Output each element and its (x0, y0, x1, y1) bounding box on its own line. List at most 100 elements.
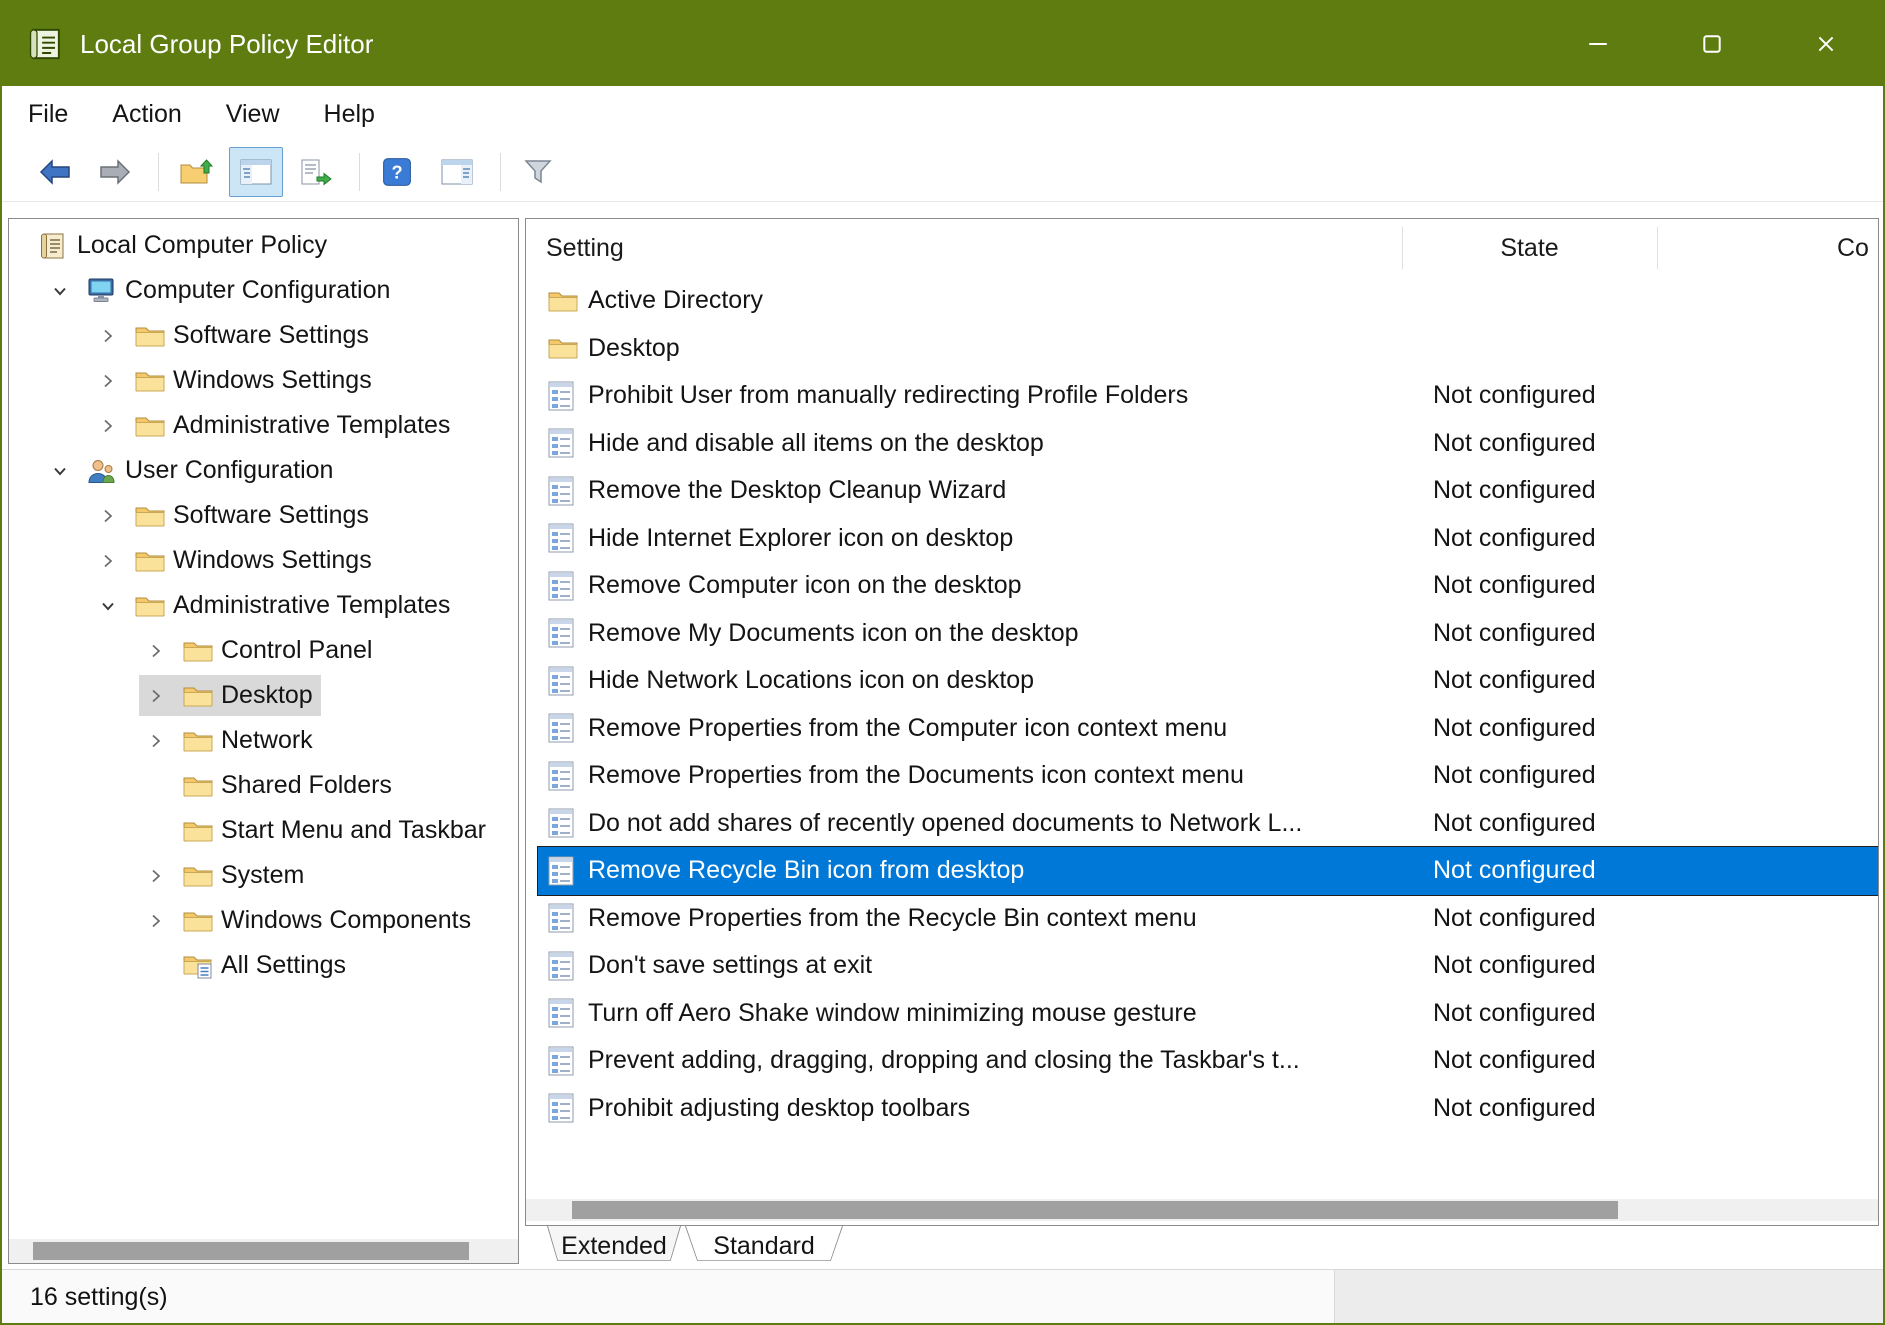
chevron-collapsed-icon[interactable] (91, 327, 125, 345)
tab-standard[interactable]: Standard (685, 1226, 843, 1268)
list-row-remove-recycle-bin-icon-from-desktop[interactable]: Remove Recycle Bin icon from desktopNot … (538, 847, 1878, 895)
menu-view[interactable]: View (204, 86, 302, 142)
tree-item-label: User Configuration (125, 456, 333, 485)
list-row-do-not-add-shares-of-recently-opened-documents-to-network-l[interactable]: Do not add shares of recently opened doc… (538, 800, 1878, 848)
column-header-setting[interactable]: Setting (546, 219, 624, 277)
up-one-level-button[interactable] (169, 147, 223, 197)
list-row-remove-properties-from-the-documents-icon-context-menu[interactable]: Remove Properties from the Documents ico… (538, 752, 1878, 800)
tab-extended[interactable]: Extended (547, 1226, 681, 1268)
tree-item-software-settings[interactable]: Software Settings (9, 493, 518, 538)
minimize-button[interactable] (1541, 2, 1655, 86)
setting-cell: Remove Properties from the Recycle Bin c… (538, 903, 1197, 933)
tree-item-inner: Computer Configuration (43, 270, 398, 311)
chevron-collapsed-icon[interactable] (139, 687, 173, 705)
state-cell: Not configured (1433, 1046, 1596, 1075)
chevron-collapsed-icon[interactable] (139, 912, 173, 930)
chevron-expanded-icon[interactable] (43, 282, 77, 300)
tree-item-shared-folders[interactable]: Shared Folders (9, 763, 518, 808)
folder-icon (135, 504, 165, 528)
list-row-hide-network-locations-icon-on-desktop[interactable]: Hide Network Locations icon on desktopNo… (538, 657, 1878, 705)
chevron-collapsed-icon[interactable] (139, 732, 173, 750)
help-button[interactable]: ? (370, 147, 424, 197)
close-button[interactable] (1769, 2, 1883, 86)
toolbar: ? (2, 142, 1883, 202)
chevron-collapsed-icon[interactable] (91, 417, 125, 435)
list-row-prohibit-adjusting-desktop-toolbars[interactable]: Prohibit adjusting desktop toolbarsNot c… (538, 1085, 1878, 1133)
chevron-collapsed-icon[interactable] (139, 642, 173, 660)
tree-item-administrative-templates[interactable]: Administrative Templates (9, 403, 518, 448)
show-action-pane-button[interactable] (430, 147, 484, 197)
state-cell: Not configured (1433, 951, 1596, 980)
list-row-remove-properties-from-the-computer-icon-context-menu[interactable]: Remove Properties from the Computer icon… (538, 705, 1878, 753)
tree-item-windows-components[interactable]: Windows Components (9, 898, 518, 943)
chevron-collapsed-icon[interactable] (139, 867, 173, 885)
tree-item-software-settings[interactable]: Software Settings (9, 313, 518, 358)
tree-item-network[interactable]: Network (9, 718, 518, 763)
list-row-turn-off-aero-shake-window-minimizing-mouse-gesture[interactable]: Turn off Aero Shake window minimizing mo… (538, 990, 1878, 1038)
chevron-collapsed-icon[interactable] (91, 507, 125, 525)
user-icon (87, 458, 117, 484)
tree-item-start-menu-and-taskbar[interactable]: Start Menu and Taskbar (9, 808, 518, 853)
tree-item-local-computer-policy[interactable]: Local Computer Policy (9, 223, 518, 268)
action-pane-icon (441, 159, 473, 185)
list-horizontal-scrollbar[interactable] (526, 1199, 1878, 1221)
tree-item-inner: Administrative Templates (91, 585, 458, 626)
menu-help[interactable]: Help (302, 86, 397, 142)
folder-icon (135, 594, 165, 618)
policy-icon (548, 666, 578, 696)
state-cell: Not configured (1433, 999, 1596, 1028)
setting-label: Desktop (588, 334, 680, 363)
tree-item-system[interactable]: System (9, 853, 518, 898)
setting-label: Remove Recycle Bin icon from desktop (588, 856, 1024, 885)
policy-icon (548, 951, 578, 981)
tree-item-desktop[interactable]: Desktop (9, 673, 518, 718)
list-row-remove-the-desktop-cleanup-wizard[interactable]: Remove the Desktop Cleanup WizardNot con… (538, 467, 1878, 515)
chevron-collapsed-icon[interactable] (91, 552, 125, 570)
tab-extended-label: Extended (547, 1226, 681, 1266)
list-scrollbar-thumb[interactable] (572, 1201, 1618, 1219)
chevron-expanded-icon[interactable] (91, 597, 125, 615)
back-button[interactable] (28, 147, 82, 197)
list-row-remove-computer-icon-on-the-desktop[interactable]: Remove Computer icon on the desktopNot c… (538, 562, 1878, 610)
tree-item-control-panel[interactable]: Control Panel (9, 628, 518, 673)
list-row-hide-and-disable-all-items-on-the-desktop[interactable]: Hide and disable all items on the deskto… (538, 420, 1878, 468)
menu-file[interactable]: File (28, 86, 90, 142)
state-cell: Not configured (1433, 571, 1596, 600)
list-row-remove-properties-from-the-recycle-bin-context-menu[interactable]: Remove Properties from the Recycle Bin c… (538, 895, 1878, 943)
minimize-icon (1587, 33, 1609, 55)
show-console-tree-button[interactable] (229, 147, 283, 197)
filter-button[interactable] (511, 147, 565, 197)
folder-icon (548, 336, 578, 360)
list-row-prohibit-user-from-manually-redirecting-profile-folders[interactable]: Prohibit User from manually redirecting … (538, 372, 1878, 420)
column-header-comment[interactable]: Co (1837, 219, 1869, 277)
tree-scrollbar-thumb[interactable] (33, 1242, 469, 1260)
tree-item-inner: Software Settings (91, 315, 377, 356)
back-icon (38, 158, 72, 186)
maximize-button[interactable] (1655, 2, 1769, 86)
chevron-expanded-icon[interactable] (43, 462, 77, 480)
list-row-don-t-save-settings-at-exit[interactable]: Don't save settings at exitNot configure… (538, 942, 1878, 990)
tree-item-windows-settings[interactable]: Windows Settings (9, 538, 518, 583)
setting-cell: Turn off Aero Shake window minimizing mo… (538, 998, 1197, 1028)
tree-item-computer-configuration[interactable]: Computer Configuration (9, 268, 518, 313)
list-row-remove-my-documents-icon-on-the-desktop[interactable]: Remove My Documents icon on the desktopN… (538, 610, 1878, 658)
tree-item-all-settings[interactable]: All Settings (9, 943, 518, 988)
forward-button[interactable] (88, 147, 142, 197)
list-row-active-directory[interactable]: Active Directory (538, 277, 1878, 325)
list-row-prevent-adding-dragging-dropping-and-closing-the-taskbar-s-t[interactable]: Prevent adding, dragging, dropping and c… (538, 1037, 1878, 1085)
tree-item-administrative-templates[interactable]: Administrative Templates (9, 583, 518, 628)
tree-item-user-configuration[interactable]: User Configuration (9, 448, 518, 493)
chevron-collapsed-icon[interactable] (91, 372, 125, 390)
export-list-icon (300, 158, 332, 186)
folder-icon (135, 414, 165, 438)
list-row-desktop[interactable]: Desktop (538, 325, 1878, 373)
list-row-hide-internet-explorer-icon-on-desktop[interactable]: Hide Internet Explorer icon on desktopNo… (538, 515, 1878, 563)
menu-action[interactable]: Action (90, 86, 203, 142)
tree-horizontal-scrollbar[interactable] (9, 1239, 518, 1263)
column-header-state[interactable]: State (1402, 219, 1657, 277)
tree-item-windows-settings[interactable]: Windows Settings (9, 358, 518, 403)
tree-item-inner: Start Menu and Taskbar (139, 810, 494, 851)
folder-icon (183, 864, 213, 888)
export-list-button[interactable] (289, 147, 343, 197)
setting-cell: Hide Internet Explorer icon on desktop (538, 523, 1013, 553)
